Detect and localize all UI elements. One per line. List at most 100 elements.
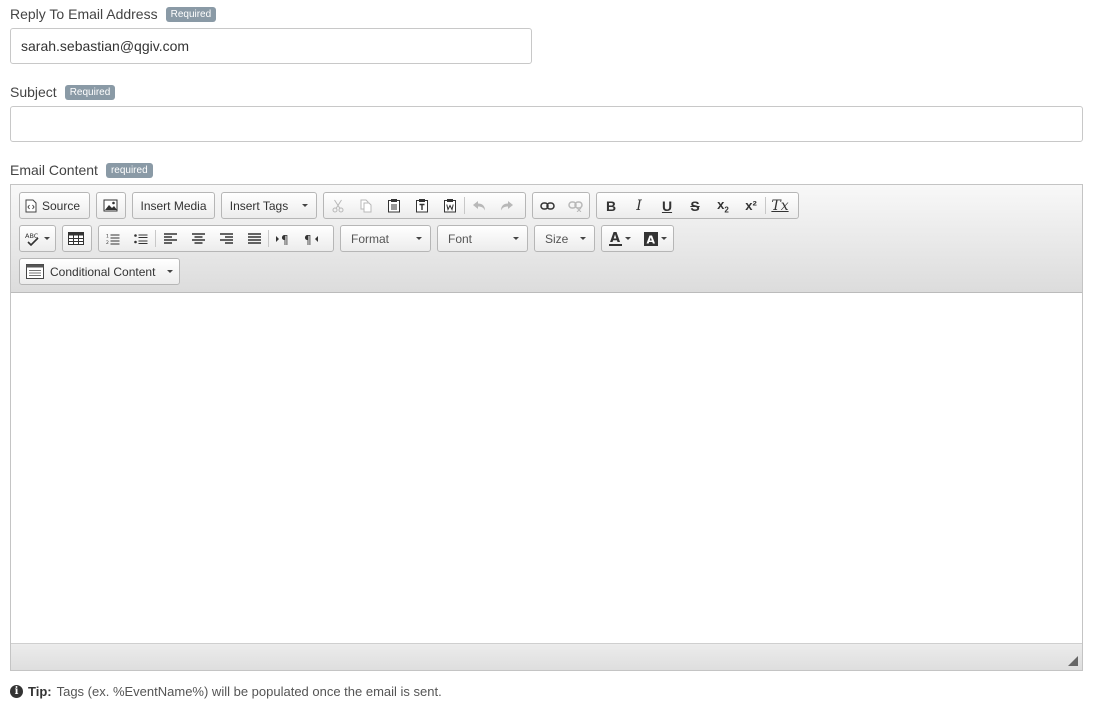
align-right-button[interactable] bbox=[212, 226, 240, 251]
link-icon bbox=[539, 201, 555, 211]
insert-tags-group: Insert Tags bbox=[221, 192, 317, 219]
image-group bbox=[96, 192, 126, 219]
redo-icon bbox=[500, 200, 514, 212]
reply-to-label: Reply To Email Address Required bbox=[10, 6, 217, 22]
chevron-down-icon bbox=[660, 237, 667, 240]
chevron-down-icon bbox=[580, 237, 586, 240]
editor-toolbar: Source Insert Media Insert Tags B I U S … bbox=[11, 185, 1082, 293]
email-content-required-badge: required bbox=[105, 162, 153, 178]
conditional-content-icon bbox=[26, 264, 44, 279]
numbered-list-icon: 12 bbox=[106, 233, 120, 245]
svg-text:A: A bbox=[610, 231, 620, 246]
clipboard-history-group bbox=[323, 192, 526, 219]
text-direction-ltr-button[interactable]: ¶ bbox=[269, 226, 297, 251]
bold-button[interactable]: B bbox=[597, 193, 625, 218]
conditional-content-group: Conditional Content bbox=[19, 258, 180, 285]
paragraph-group: 12 ¶ ¶ bbox=[98, 225, 334, 252]
subscript-button[interactable]: x2 bbox=[709, 193, 737, 218]
align-left-icon bbox=[163, 233, 177, 244]
reply-to-label-text: Reply To Email Address bbox=[10, 6, 158, 22]
svg-text:¶: ¶ bbox=[304, 233, 312, 245]
svg-text:1: 1 bbox=[106, 233, 109, 239]
chevron-down-icon bbox=[513, 237, 519, 240]
bold-icon: B bbox=[605, 197, 617, 214]
strikethrough-button[interactable]: S bbox=[681, 193, 709, 218]
rich-text-editor: Source Insert Media Insert Tags B I U S … bbox=[10, 184, 1083, 671]
table-group bbox=[62, 225, 92, 252]
bulleted-list-button[interactable] bbox=[127, 226, 155, 251]
text-color-icon: A bbox=[608, 231, 622, 246]
chevron-down-icon bbox=[302, 204, 309, 207]
source-label: Source bbox=[42, 198, 81, 213]
link-button[interactable] bbox=[533, 193, 561, 218]
undo-button[interactable] bbox=[465, 193, 493, 218]
table-icon bbox=[68, 232, 84, 245]
unlink-button[interactable] bbox=[561, 193, 589, 218]
background-color-button[interactable]: A bbox=[638, 226, 674, 251]
editor-content-area[interactable] bbox=[11, 293, 1082, 644]
cut-icon bbox=[331, 199, 345, 213]
insert-tags-dropdown[interactable]: Insert Tags bbox=[222, 193, 316, 218]
align-left-button[interactable] bbox=[156, 226, 184, 251]
reply-to-required-badge: Required bbox=[165, 6, 217, 22]
format-label: Format bbox=[351, 231, 390, 246]
subject-input[interactable] bbox=[10, 106, 1083, 142]
subject-label-text: Subject bbox=[10, 84, 57, 100]
align-center-button[interactable] bbox=[184, 226, 212, 251]
info-icon: i bbox=[10, 685, 23, 698]
text-direction-ltr-icon: ¶ bbox=[276, 233, 290, 245]
italic-button[interactable]: I bbox=[625, 193, 653, 218]
chevron-down-icon bbox=[167, 270, 174, 273]
image-button[interactable] bbox=[97, 193, 123, 218]
email-content-label: Email Content required bbox=[10, 162, 153, 178]
strikethrough-icon: S bbox=[690, 197, 700, 214]
spellcheck-group: ABC bbox=[19, 225, 56, 252]
text-direction-rtl-button[interactable]: ¶ bbox=[297, 226, 325, 251]
subject-required-badge: Required bbox=[64, 84, 116, 100]
undo-icon bbox=[472, 200, 486, 212]
paste-text-button[interactable] bbox=[408, 193, 436, 218]
copy-icon bbox=[359, 199, 373, 213]
remove-format-button[interactable]: Tx bbox=[766, 193, 794, 218]
reply-to-email-input[interactable] bbox=[10, 28, 532, 64]
source-group: Source bbox=[19, 192, 90, 219]
spellcheck-icon: ABC bbox=[25, 232, 41, 246]
link-group bbox=[532, 192, 590, 219]
font-dropdown[interactable]: Font bbox=[437, 225, 528, 252]
text-color-button[interactable]: A bbox=[602, 226, 638, 251]
align-justify-icon bbox=[247, 233, 261, 244]
editor-statusbar bbox=[11, 643, 1082, 670]
cut-button[interactable] bbox=[324, 193, 352, 218]
spellcheck-dropdown[interactable]: ABC bbox=[20, 226, 55, 251]
underline-button[interactable]: U bbox=[653, 193, 681, 218]
unlink-icon bbox=[567, 200, 583, 212]
paste-button[interactable] bbox=[380, 193, 408, 218]
size-dropdown[interactable]: Size bbox=[534, 225, 595, 252]
superscript-button[interactable]: x² bbox=[737, 193, 765, 218]
tip-text: Tags (ex. %EventName%) will be populated… bbox=[56, 684, 442, 699]
conditional-content-dropdown[interactable]: Conditional Content bbox=[20, 259, 179, 284]
copy-button[interactable] bbox=[352, 193, 380, 218]
source-icon bbox=[25, 199, 37, 213]
italic-icon: I bbox=[636, 197, 642, 214]
resize-handle-icon[interactable] bbox=[1068, 656, 1078, 666]
svg-text:2: 2 bbox=[106, 240, 109, 245]
align-justify-button[interactable] bbox=[240, 226, 268, 251]
source-button[interactable]: Source bbox=[20, 193, 85, 218]
insert-media-button[interactable]: Insert Media bbox=[133, 193, 214, 218]
paste-word-icon bbox=[443, 198, 457, 213]
insert-media-group: Insert Media bbox=[132, 192, 215, 219]
tip-message: i Tip: Tags (ex. %EventName%) will be po… bbox=[10, 684, 442, 699]
numbered-list-button[interactable]: 12 bbox=[99, 226, 127, 251]
chevron-down-icon bbox=[44, 237, 50, 240]
text-direction-rtl-icon: ¶ bbox=[304, 233, 318, 245]
table-button[interactable] bbox=[63, 226, 89, 251]
background-color-icon: A bbox=[643, 231, 658, 246]
paste-text-icon bbox=[415, 198, 429, 213]
format-dropdown[interactable]: Format bbox=[340, 225, 431, 252]
paste-word-button[interactable] bbox=[436, 193, 464, 218]
insert-tags-label: Insert Tags bbox=[229, 198, 289, 213]
redo-button[interactable] bbox=[493, 193, 521, 218]
conditional-content-label: Conditional Content bbox=[50, 264, 156, 279]
svg-text:¶: ¶ bbox=[281, 233, 289, 245]
